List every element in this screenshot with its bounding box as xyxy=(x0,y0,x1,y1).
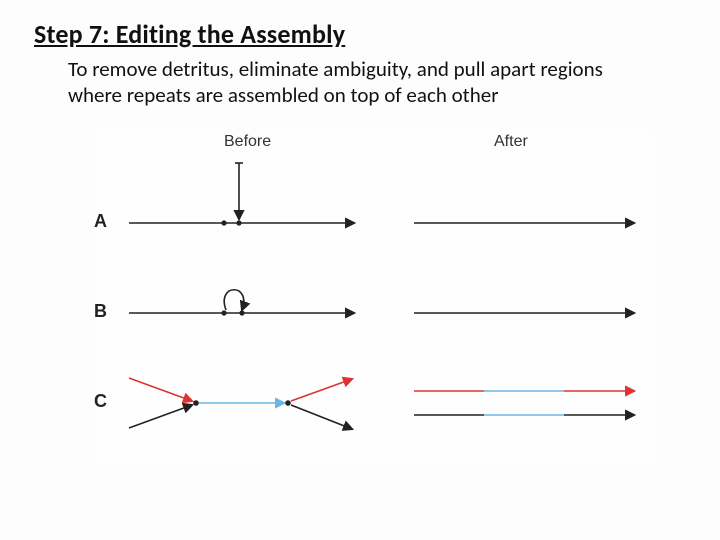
slide: Step 7: Editing the Assembly To remove d… xyxy=(0,0,720,540)
row-c-after xyxy=(414,391,634,415)
row-c-before xyxy=(129,378,352,429)
slide-body-text: To remove detritus, eliminate ambiguity,… xyxy=(68,56,648,109)
slide-title: Step 7: Editing the Assembly xyxy=(34,18,690,50)
diagram-svg xyxy=(94,133,654,463)
row-a-before xyxy=(129,163,354,226)
assembly-editing-figure: Before After A B C xyxy=(94,133,654,463)
row-b-before xyxy=(129,289,354,315)
